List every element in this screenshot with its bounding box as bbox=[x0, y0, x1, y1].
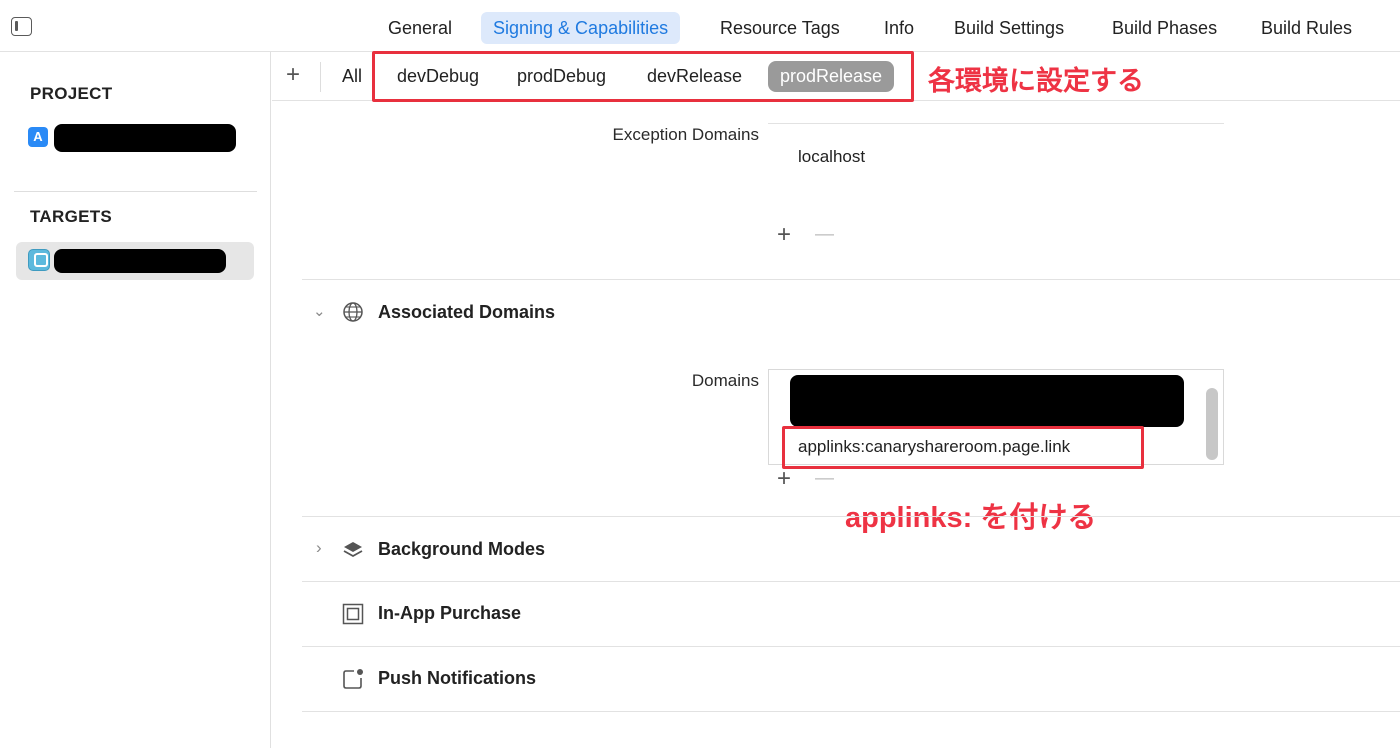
in-app-purchase-icon bbox=[342, 603, 364, 625]
project-navigator: PROJECT A TARGETS bbox=[0, 52, 271, 748]
background-modes-title: Background Modes bbox=[378, 539, 546, 559]
exception-domains-add-button[interactable]: + bbox=[777, 221, 791, 249]
exception-domains-label: Exception Domains bbox=[612, 125, 759, 144]
tab-build-rules[interactable]: Build Rules bbox=[1249, 12, 1364, 44]
domains-label: Domains bbox=[691, 371, 759, 390]
in-app-purchase-title: In-App Purchase bbox=[378, 603, 522, 623]
globe-icon bbox=[343, 302, 363, 322]
tab-general[interactable]: General bbox=[376, 12, 464, 44]
chevron-down-icon[interactable]: ⌄ bbox=[313, 302, 326, 320]
domain-highlight-box bbox=[782, 426, 1144, 469]
section-divider bbox=[302, 279, 1400, 280]
domains-add-button[interactable]: + bbox=[777, 465, 791, 493]
project-item[interactable]: A bbox=[16, 118, 254, 156]
config-separator bbox=[320, 62, 321, 92]
chevron-right-icon[interactable]: › bbox=[316, 538, 322, 558]
section-divider bbox=[302, 581, 1400, 582]
config-annotation: 各環境に設定する bbox=[928, 66, 1144, 96]
config-highlight-box bbox=[372, 51, 914, 102]
target-app-icon bbox=[28, 249, 50, 271]
tab-build-settings[interactable]: Build Settings bbox=[942, 12, 1076, 44]
push-notifications-title: Push Notifications bbox=[378, 668, 537, 688]
project-heading: PROJECT bbox=[30, 84, 113, 103]
domains-scrollbar[interactable] bbox=[1206, 388, 1218, 460]
sidebar-divider bbox=[14, 191, 257, 192]
exception-domains-remove-button[interactable]: — bbox=[815, 224, 834, 246]
section-divider bbox=[302, 516, 1400, 517]
tab-resource-tags[interactable]: Resource Tags bbox=[708, 12, 852, 44]
target-item[interactable] bbox=[16, 242, 254, 280]
domains-remove-button[interactable]: — bbox=[815, 468, 834, 490]
tab-info[interactable]: Info bbox=[872, 12, 926, 44]
redacted-project-name bbox=[54, 124, 236, 152]
redacted-target-name bbox=[54, 249, 226, 273]
stack-icon bbox=[343, 542, 363, 558]
domain-annotation: applinks: を付ける bbox=[845, 502, 1097, 534]
exception-domain-localhost[interactable]: localhost bbox=[798, 147, 865, 167]
tab-signing-capabilities[interactable]: Signing & Capabilities bbox=[481, 12, 681, 44]
app-store-icon: A bbox=[28, 127, 48, 147]
sidebar-toggle-icon[interactable] bbox=[11, 17, 32, 36]
editor-tab-bar: General Signing & Capabilities Resource … bbox=[0, 0, 1400, 52]
exception-domains-top-border bbox=[768, 123, 1224, 124]
add-capability-button[interactable]: + bbox=[286, 61, 300, 89]
config-tab-all[interactable]: All bbox=[330, 61, 374, 92]
targets-heading: TARGETS bbox=[30, 207, 113, 226]
section-divider bbox=[302, 711, 1400, 712]
redacted-domain-entry bbox=[790, 375, 1184, 427]
push-notifications-icon bbox=[343, 669, 363, 689]
section-divider bbox=[302, 646, 1400, 647]
tab-build-phases[interactable]: Build Phases bbox=[1100, 12, 1229, 44]
associated-domains-title: Associated Domains bbox=[378, 302, 556, 322]
